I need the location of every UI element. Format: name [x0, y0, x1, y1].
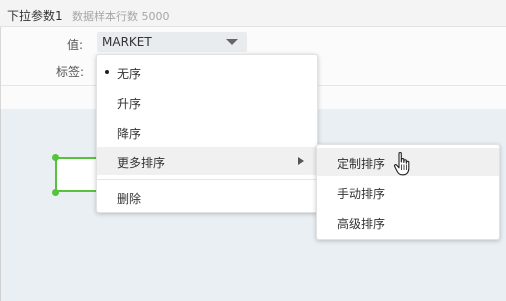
- hand-pointer-icon: [393, 152, 410, 176]
- tag-label: 标签:: [56, 65, 85, 79]
- value-select-text: MARKET: [102, 35, 152, 49]
- submenu-item-advanced-sort[interactable]: 高级排序: [317, 208, 499, 236]
- menu-item-delete[interactable]: 删除: [97, 183, 317, 211]
- menu-item-unsorted[interactable]: 无序: [97, 58, 317, 86]
- selected-bullet-icon: [105, 70, 109, 74]
- menu-item-ascending[interactable]: 升序: [97, 88, 317, 116]
- menu-item-label: 更多排序: [117, 156, 166, 170]
- sort-menu: 无序 升序 降序 更多排序 删除: [96, 54, 318, 213]
- value-select[interactable]: MARKET: [97, 32, 247, 52]
- menu-item-label: 升序: [117, 97, 142, 111]
- value-label: 值:: [67, 38, 84, 52]
- menu-divider: [97, 179, 317, 180]
- row-count-text: 数据样本行数 5000: [72, 10, 170, 23]
- submenu-item-manual-sort[interactable]: 手动排序: [317, 178, 499, 206]
- param-title: 下拉参数1: [7, 9, 63, 23]
- caret-down-icon[interactable]: [226, 39, 238, 45]
- param-header: 下拉参数1 数据样本行数 5000: [0, 0, 506, 27]
- menu-item-label: 无序: [117, 67, 142, 81]
- menu-item-label: 删除: [117, 192, 142, 206]
- menu-item-label: 降序: [117, 127, 142, 141]
- menu-item-descending[interactable]: 降序: [97, 118, 317, 146]
- submenu-arrow-icon: [298, 157, 304, 165]
- resize-handle-top-left[interactable]: [52, 154, 59, 161]
- selected-widget[interactable]: [55, 157, 99, 192]
- submenu-item-label: 手动排序: [337, 187, 386, 201]
- submenu-item-label: 高级排序: [337, 217, 386, 231]
- resize-handle-bottom-left[interactable]: [52, 189, 59, 196]
- submenu-item-label: 定制排序: [337, 157, 386, 171]
- menu-item-more-sort[interactable]: 更多排序: [97, 147, 317, 175]
